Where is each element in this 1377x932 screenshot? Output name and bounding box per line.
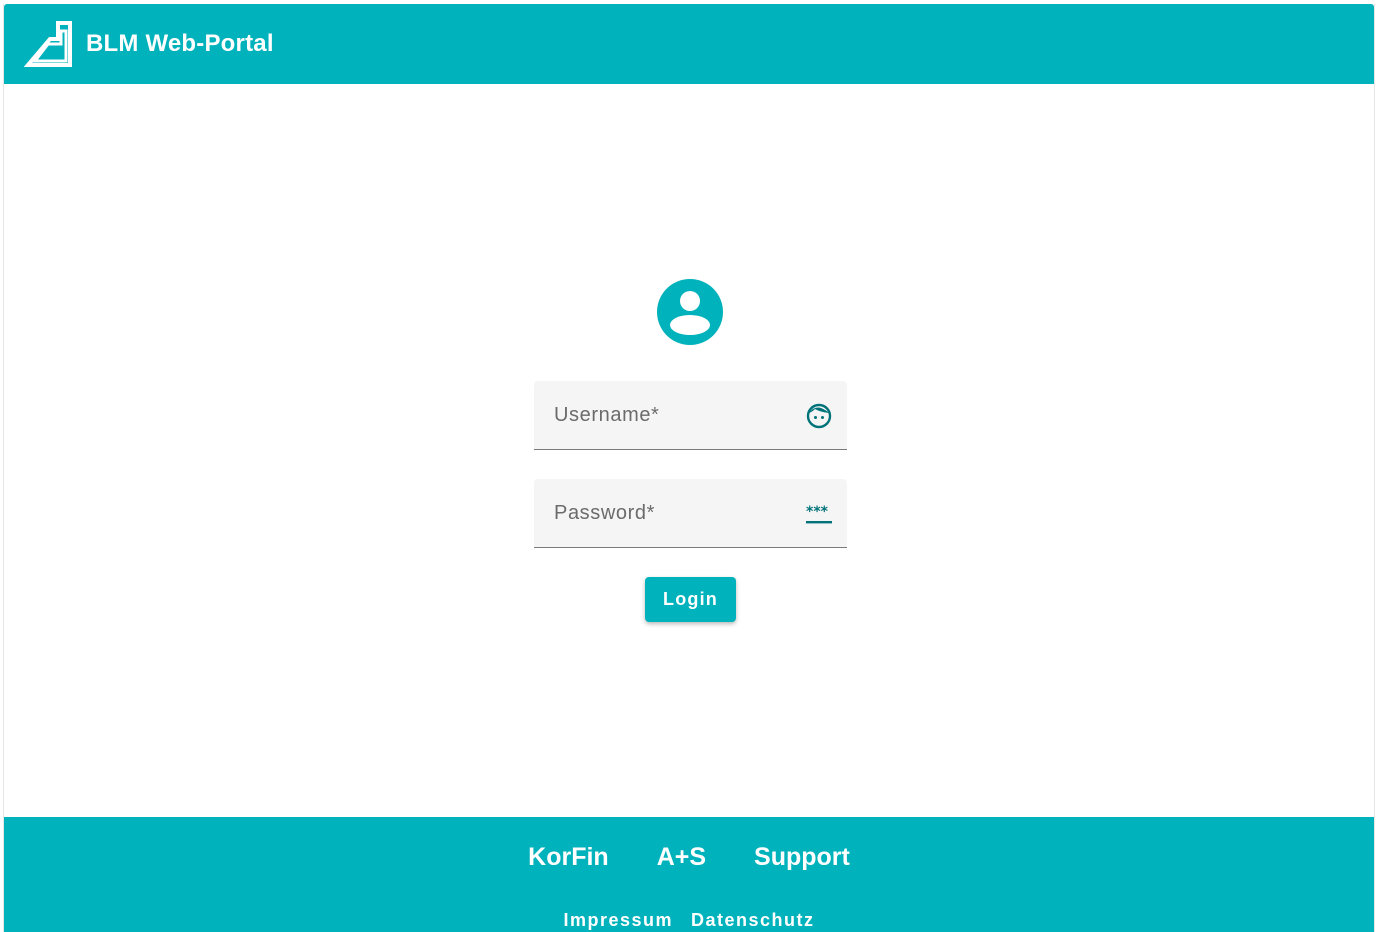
app-frame: BLM Web-Portal *** Login KorFin A+S Supp… <box>3 4 1375 932</box>
account-circle-icon <box>657 279 723 345</box>
footer-link-impressum[interactable]: Impressum <box>563 910 673 931</box>
footer-link-support[interactable]: Support <box>754 843 850 872</box>
svg-text:***: *** <box>806 504 829 520</box>
password-field[interactable]: *** <box>534 479 847 548</box>
app-title: BLM Web-Portal <box>86 30 274 57</box>
username-field[interactable] <box>534 381 847 450</box>
password-icon: *** <box>806 504 832 524</box>
footer-link-datenschutz[interactable]: Datenschutz <box>691 910 815 931</box>
footer-link-korfin[interactable]: KorFin <box>528 843 609 872</box>
app-footer: KorFin A+S Support Impressum Datenschutz <box>4 817 1374 932</box>
footer-nav: KorFin A+S Support <box>4 843 1374 872</box>
username-input[interactable] <box>534 381 847 449</box>
login-button[interactable]: Login <box>645 577 736 622</box>
face-icon <box>806 403 832 429</box>
footer-legal-links: Impressum Datenschutz <box>4 910 1374 931</box>
footer-link-as[interactable]: A+S <box>657 843 706 872</box>
password-input[interactable] <box>534 479 847 547</box>
chart-step-logo-icon <box>24 21 72 67</box>
app-header: BLM Web-Portal <box>4 4 1374 84</box>
